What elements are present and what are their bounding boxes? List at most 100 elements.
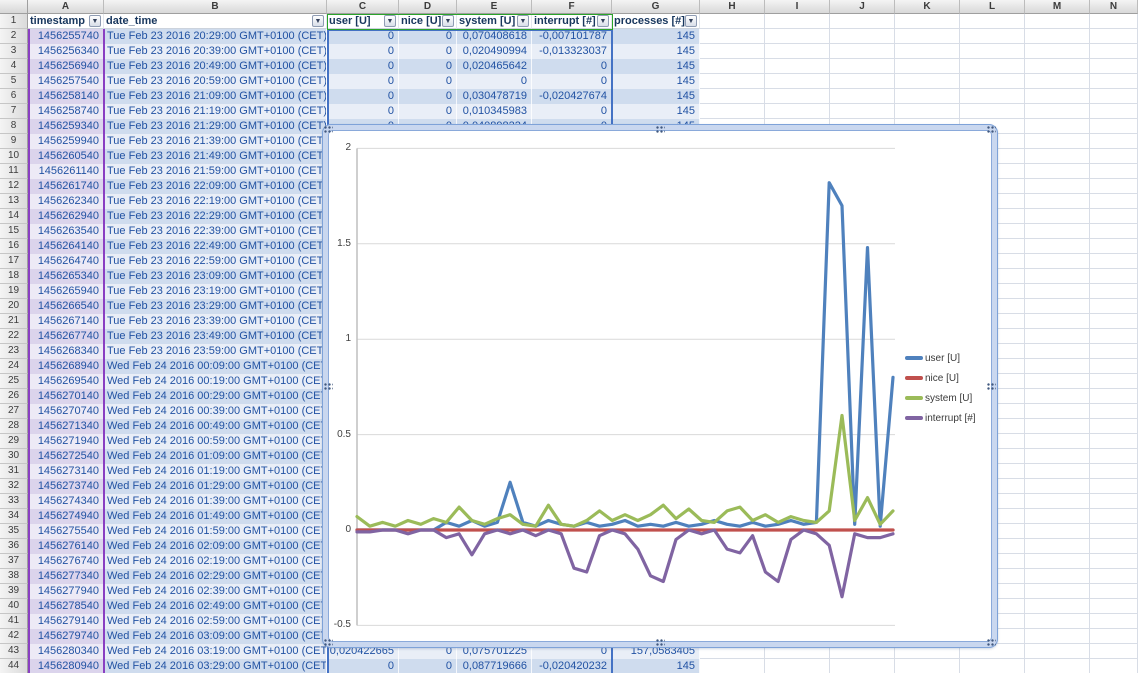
cell[interactable]: Tue Feb 23 2016 23:49:00 GMT+0100 (CET) xyxy=(104,329,327,344)
cell[interactable] xyxy=(1090,89,1138,104)
chart-resize-handle[interactable] xyxy=(987,383,996,390)
column-header-h[interactable]: H xyxy=(700,0,765,14)
cell[interactable]: Tue Feb 23 2016 21:59:00 GMT+0100 (CET) xyxy=(104,164,327,179)
cell[interactable]: 1456277940 xyxy=(28,584,104,599)
cell[interactable] xyxy=(765,74,830,89)
cell[interactable] xyxy=(1025,599,1090,614)
series-line[interactable] xyxy=(357,530,893,597)
cell[interactable] xyxy=(830,659,895,673)
cell[interactable]: 1456261740 xyxy=(28,179,104,194)
cell[interactable] xyxy=(1025,74,1090,89)
cell[interactable]: 1456259940 xyxy=(28,134,104,149)
cell[interactable] xyxy=(700,659,765,673)
row-header-6[interactable]: 6 xyxy=(0,89,28,104)
series-line[interactable] xyxy=(357,183,893,530)
cell[interactable] xyxy=(1025,284,1090,299)
cell[interactable]: 1456270140 xyxy=(28,389,104,404)
cell[interactable] xyxy=(1090,149,1138,164)
row-header-32[interactable]: 32 xyxy=(0,479,28,494)
cell[interactable]: Wed Feb 24 2016 02:29:00 GMT+0100 (CET) xyxy=(104,569,327,584)
cell[interactable] xyxy=(1090,584,1138,599)
cell[interactable]: 1456277340 xyxy=(28,569,104,584)
cell[interactable] xyxy=(1025,569,1090,584)
cell[interactable] xyxy=(1090,599,1138,614)
column-header-d[interactable]: D xyxy=(399,0,457,14)
cell[interactable]: 0 xyxy=(327,29,399,44)
row-header-24[interactable]: 24 xyxy=(0,359,28,374)
cell[interactable]: 1456258140 xyxy=(28,89,104,104)
legend-item[interactable]: interrupt [#] xyxy=(905,411,976,425)
cell[interactable]: Wed Feb 24 2016 00:19:00 GMT+0100 (CET) xyxy=(104,374,327,389)
filter-dropdown-button[interactable]: ▼ xyxy=(517,15,529,27)
cell[interactable] xyxy=(1025,254,1090,269)
row-header-37[interactable]: 37 xyxy=(0,554,28,569)
cell[interactable]: 0 xyxy=(399,659,457,673)
cell[interactable] xyxy=(1025,224,1090,239)
cell[interactable]: 0,020490994 xyxy=(457,44,532,59)
cell[interactable]: Tue Feb 23 2016 20:39:00 GMT+0100 (CET) xyxy=(104,44,327,59)
row-header-2[interactable]: 2 xyxy=(0,29,28,44)
cell[interactable]: 0 xyxy=(399,29,457,44)
cell[interactable] xyxy=(1025,404,1090,419)
cell[interactable]: Wed Feb 24 2016 00:59:00 GMT+0100 (CET) xyxy=(104,434,327,449)
column-header-f[interactable]: F xyxy=(532,0,612,14)
cell[interactable]: Tue Feb 23 2016 22:59:00 GMT+0100 (CET) xyxy=(104,254,327,269)
row-header-31[interactable]: 31 xyxy=(0,464,28,479)
cell[interactable] xyxy=(1025,584,1090,599)
filter-dropdown-button[interactable]: ▼ xyxy=(442,15,454,27)
cell[interactable]: 1456261140 xyxy=(28,164,104,179)
cell[interactable] xyxy=(1025,44,1090,59)
cell[interactable]: Wed Feb 24 2016 01:19:00 GMT+0100 (CET) xyxy=(104,464,327,479)
cell[interactable] xyxy=(1025,269,1090,284)
cell[interactable] xyxy=(1090,539,1138,554)
cell[interactable] xyxy=(960,659,1025,673)
cell[interactable] xyxy=(1090,119,1138,134)
cell[interactable] xyxy=(1025,449,1090,464)
cell[interactable]: Wed Feb 24 2016 03:09:00 GMT+0100 (CET) xyxy=(104,629,327,644)
cell[interactable]: Wed Feb 24 2016 03:29:00 GMT+0100 (CET) xyxy=(104,659,327,673)
cell[interactable]: Wed Feb 24 2016 00:29:00 GMT+0100 (CET) xyxy=(104,389,327,404)
cell[interactable] xyxy=(1025,239,1090,254)
column-header-e[interactable]: E xyxy=(457,0,532,14)
cell[interactable]: 0 xyxy=(327,89,399,104)
cell[interactable]: 1456256340 xyxy=(28,44,104,59)
cell[interactable] xyxy=(1090,449,1138,464)
cell[interactable]: 1456268940 xyxy=(28,359,104,374)
cell[interactable]: Tue Feb 23 2016 22:49:00 GMT+0100 (CET) xyxy=(104,239,327,254)
cell[interactable]: 145 xyxy=(612,659,700,673)
cell[interactable]: 0 xyxy=(327,74,399,89)
cell[interactable] xyxy=(1090,494,1138,509)
chart-resize-handle[interactable] xyxy=(324,639,333,646)
cell[interactable] xyxy=(1025,29,1090,44)
cell[interactable]: 145 xyxy=(612,104,700,119)
row-header-43[interactable]: 43 xyxy=(0,644,28,659)
cell[interactable]: Wed Feb 24 2016 00:39:00 GMT+0100 (CET) xyxy=(104,404,327,419)
cell[interactable]: Wed Feb 24 2016 02:09:00 GMT+0100 (CET) xyxy=(104,539,327,554)
cell[interactable] xyxy=(960,74,1025,89)
cell[interactable]: 0 xyxy=(399,104,457,119)
cell[interactable]: 1456271340 xyxy=(28,419,104,434)
cell[interactable] xyxy=(1025,479,1090,494)
cell[interactable] xyxy=(700,44,765,59)
cell[interactable] xyxy=(1025,419,1090,434)
cell[interactable] xyxy=(765,659,830,673)
cell[interactable]: 1456264140 xyxy=(28,239,104,254)
cell[interactable] xyxy=(1025,389,1090,404)
cell[interactable] xyxy=(1090,59,1138,74)
cell[interactable]: 1456267140 xyxy=(28,314,104,329)
cell[interactable]: Tue Feb 23 2016 21:19:00 GMT+0100 (CET) xyxy=(104,104,327,119)
cell[interactable] xyxy=(1025,314,1090,329)
cell[interactable] xyxy=(895,44,960,59)
cell[interactable]: 0 xyxy=(457,74,532,89)
column-title-cell[interactable]: user [U]▼ xyxy=(327,14,399,29)
column-header-a[interactable]: A xyxy=(28,0,104,14)
cell[interactable]: 1456280940 xyxy=(28,659,104,673)
cell[interactable]: Tue Feb 23 2016 22:19:00 GMT+0100 (CET) xyxy=(104,194,327,209)
cell[interactable] xyxy=(1090,614,1138,629)
cell[interactable] xyxy=(1090,659,1138,673)
row-header-19[interactable]: 19 xyxy=(0,284,28,299)
cell[interactable]: Wed Feb 24 2016 01:09:00 GMT+0100 (CET) xyxy=(104,449,327,464)
cell[interactable] xyxy=(1090,389,1138,404)
column-title-cell[interactable]: system [U]▼ xyxy=(457,14,532,29)
cell[interactable] xyxy=(895,74,960,89)
